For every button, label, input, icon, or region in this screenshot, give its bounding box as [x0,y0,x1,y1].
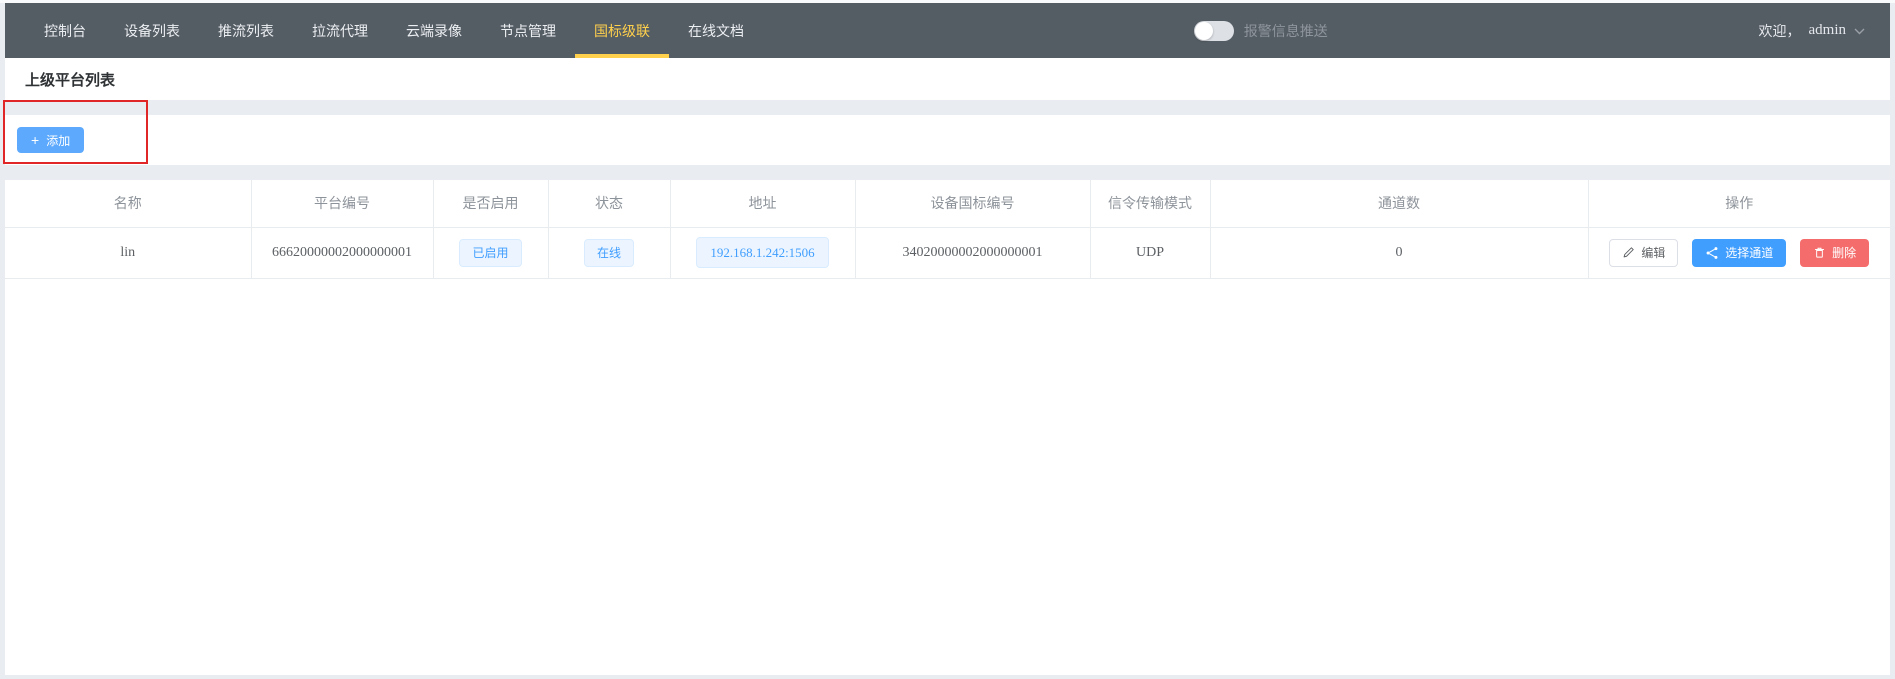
nav-tab-online-docs[interactable]: 在线文档 [669,3,763,58]
select-channel-button-label: 选择通道 [1725,247,1773,259]
page-title: 上级平台列表 [25,69,115,90]
toolbar: + 添加 [5,115,1890,165]
table-header-row: 名称 平台编号 是否启用 状态 地址 设备国标编号 信令传输模式 通道数 操作 [5,180,1890,227]
pencil-icon [1622,246,1635,259]
col-header-status: 状态 [548,180,670,227]
alarm-push-toggle[interactable] [1194,21,1234,41]
col-header-enabled: 是否启用 [433,180,548,227]
divider [5,165,1890,180]
cell-status: 在线 [548,227,670,278]
username: admin [1809,22,1847,39]
col-header-signal-mode: 信令传输模式 [1090,180,1210,227]
select-channel-button[interactable]: 选择通道 [1692,239,1786,267]
platform-table-panel: 名称 平台编号 是否启用 状态 地址 设备国标编号 信令传输模式 通道数 操作 … [5,180,1890,675]
alarm-push-toggle-label: 报警信息推送 [1244,21,1328,41]
nav-tab-cloud-recording[interactable]: 云端录像 [387,3,481,58]
nav-tab-push-stream-list[interactable]: 推流列表 [199,3,293,58]
toggle-knob [1195,22,1213,40]
nav-tab-device-list[interactable]: 设备列表 [105,3,199,58]
share-icon [1705,246,1719,260]
cell-address: 192.168.1.242:1506 [670,227,855,278]
col-header-platform-id: 平台编号 [251,180,433,227]
col-header-actions: 操作 [1588,180,1890,227]
divider [5,100,1890,115]
cell-enabled: 已启用 [433,227,548,278]
edit-button[interactable]: 编辑 [1609,239,1678,267]
col-header-device-gb-id: 设备国标编号 [855,180,1090,227]
app-root: 控制台 设备列表 推流列表 拉流代理 云端录像 节点管理 国标级联 在线文档 报… [0,0,1895,679]
enabled-badge: 已启用 [459,239,521,267]
delete-button-label: 删除 [1832,247,1856,259]
delete-button[interactable]: 删除 [1800,239,1869,267]
nav-tab-pull-proxy[interactable]: 拉流代理 [293,3,387,58]
user-menu[interactable]: 欢迎， admin [1759,3,1866,58]
cell-actions: 编辑 选择通道 [1588,227,1890,278]
cell-name: lin [5,227,251,278]
welcome-text: 欢迎， [1759,21,1801,41]
nav-tabs: 控制台 设备列表 推流列表 拉流代理 云端录像 节点管理 国标级联 在线文档 [25,3,763,58]
table-row: lin 66620000002000000001 已启用 在线 192.168.… [5,227,1890,278]
nav-tab-gb-cascade[interactable]: 国标级联 [575,3,669,58]
nav-tab-console[interactable]: 控制台 [25,3,105,58]
edit-button-label: 编辑 [1641,247,1665,259]
page-header: 上级平台列表 [5,58,1890,100]
cell-channel-count: 0 [1210,227,1588,278]
status-badge: 在线 [584,239,634,267]
chevron-down-icon [1854,28,1865,35]
alarm-push-toggle-group: 报警信息推送 [1194,3,1328,58]
plus-icon: + [31,133,39,147]
trash-icon [1813,246,1826,259]
top-navbar: 控制台 设备列表 推流列表 拉流代理 云端录像 节点管理 国标级联 在线文档 报… [5,3,1890,58]
cell-signal-mode: UDP [1090,227,1210,278]
col-header-address: 地址 [670,180,855,227]
col-header-channel-count: 通道数 [1210,180,1588,227]
add-button-label: 添加 [46,132,70,149]
cell-device-gb-id: 34020000002000000001 [855,227,1090,278]
address-badge: 192.168.1.242:1506 [696,237,828,268]
cell-platform-id: 66620000002000000001 [251,227,433,278]
add-button[interactable]: + 添加 [17,127,84,153]
nav-tab-node-management[interactable]: 节点管理 [481,3,575,58]
platform-table: 名称 平台编号 是否启用 状态 地址 设备国标编号 信令传输模式 通道数 操作 … [5,180,1890,279]
col-header-name: 名称 [5,180,251,227]
